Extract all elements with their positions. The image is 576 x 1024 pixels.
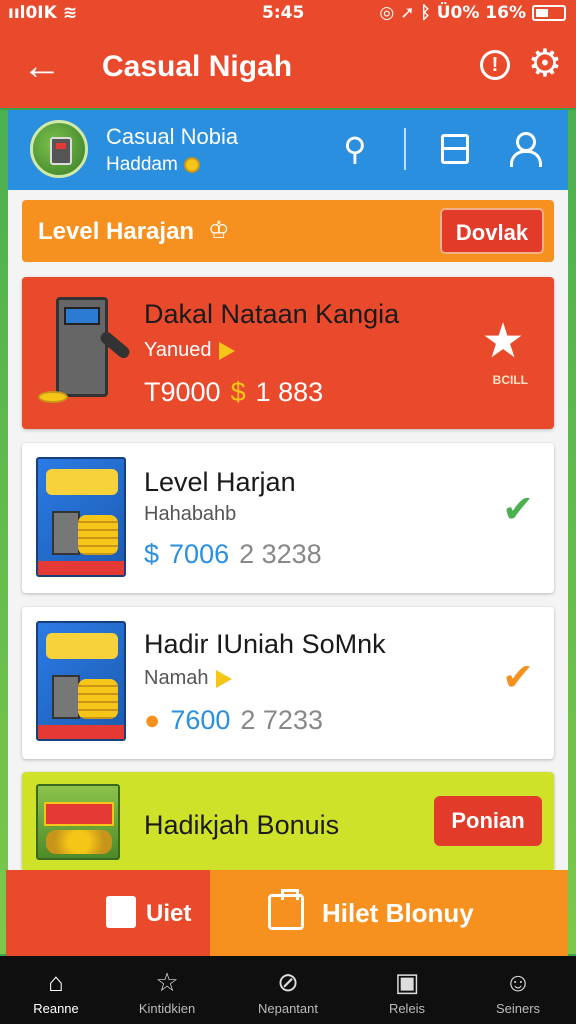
user-icon: ☺: [504, 967, 532, 997]
dollar-icon: $: [230, 377, 246, 407]
secondary-action-label: Hilet Blonuy: [322, 898, 474, 928]
card-title: Dakal Nataan Kangia: [144, 299, 400, 329]
nav-label: Reanne: [33, 1001, 79, 1016]
bonus-image: [36, 784, 120, 860]
info-icon[interactable]: !: [480, 50, 510, 80]
product-box-image: [36, 457, 126, 577]
coin-icon: [183, 157, 200, 173]
search-icon[interactable]: ⚲: [334, 128, 376, 170]
box-icon: ▣: [394, 967, 420, 997]
card-subtitle: Hahabahb: [144, 503, 237, 525]
card-value-b: 2 7233: [240, 705, 323, 735]
nav-item-user[interactable]: ☺ Seiners: [468, 956, 568, 1024]
card-value-a: 7600: [170, 705, 231, 735]
battery-icon: [532, 5, 566, 21]
bonus-button[interactable]: Ponian: [434, 796, 542, 846]
bag-icon[interactable]: [434, 128, 476, 170]
home-icon: ⌂: [48, 967, 64, 997]
nav-label: Kintidkien: [138, 1001, 196, 1016]
primary-action-button[interactable]: Uiet: [6, 870, 210, 956]
card-subtitle-row: Hahabahb: [144, 503, 236, 526]
checkmark-icon[interactable]: ✔: [502, 487, 534, 532]
profile-subtitle: Haddam: [106, 154, 178, 175]
card-title: Hadir IUniah SoMnk: [144, 629, 386, 659]
ticket-icon: [106, 896, 136, 928]
status-bar: ııl0IK ≋ 5:45 ◎ ➚ ᛒ Ü0% 16%: [0, 0, 576, 28]
nav-label: Nepantant: [258, 1001, 318, 1016]
coin-machine-image: [36, 291, 132, 415]
nav-item-check[interactable]: ⊘ Nepantant: [238, 956, 338, 1024]
offer-card[interactable]: Hadir IUniah SoMnk Namah ● 7600 2 7233 ✔: [22, 607, 554, 759]
card-title: Level Harjan: [144, 467, 296, 497]
tag-icon: [219, 341, 236, 360]
star-icon[interactable]: ★: [478, 317, 528, 367]
person-icon: ●: [144, 705, 161, 735]
primary-action-label: Uiet: [146, 900, 192, 927]
card-value-b: 2 3238: [239, 539, 322, 569]
nav-label: Seiners: [495, 1001, 541, 1016]
bonus-card[interactable]: Hadikjah Bonuis Ponian: [22, 772, 554, 872]
wifi-icon: ≋: [62, 3, 78, 23]
bottom-nav: ⌂ Reanne ☆ Kintidkien ⊘ Nepantant ▣ Rele…: [0, 956, 576, 1024]
level-banner: Level Harajan ♔ Dovlak: [22, 200, 554, 262]
profile-name: Casual Nobia: [106, 124, 239, 149]
user-icon[interactable]: [502, 128, 544, 170]
level-action-button[interactable]: Dovlak: [440, 208, 544, 254]
divider: [404, 128, 406, 170]
nav-item-favorites[interactable]: ☆ Kintidkien: [117, 956, 217, 1024]
bluetooth-icon: ᛒ: [420, 3, 431, 23]
app-bar: ← Casual Nigah ! ⚙: [0, 28, 576, 108]
card-title: Hadikjah Bonuis: [144, 810, 340, 840]
gift-box-icon: [268, 889, 304, 930]
tag-icon: [216, 669, 233, 688]
card-value-a: 7006: [169, 539, 230, 569]
status-icons: ◎ ➚ ᛒ Ü0% 16%: [379, 3, 566, 23]
level-label: Level Harajan: [38, 218, 195, 245]
arrow-left-icon[interactable]: ←: [22, 46, 66, 90]
clock: 5:45: [262, 3, 305, 23]
gear-icon[interactable]: ⚙: [528, 44, 562, 84]
crown-icon: ♔: [208, 217, 230, 244]
slot-machine-icon: [50, 137, 72, 165]
card-subtitle: Yanued: [144, 339, 212, 361]
app-title: Casual Nigah: [102, 50, 293, 83]
action-strip: Uiet Hilet Blonuy: [0, 870, 576, 956]
card-value-b: 1 883: [255, 377, 324, 407]
card-subtitle-row: Yanued: [144, 339, 236, 362]
battery-text: Ü0% 16%: [436, 3, 526, 23]
card-values: ● 7600 2 7233: [144, 705, 323, 736]
location-icon: ➚: [400, 3, 415, 23]
profile-subtitle-row: Haddam: [106, 154, 200, 176]
offer-card[interactable]: Dakal Nataan Kangia Yanued T9000 $ 1 883…: [22, 277, 554, 429]
nav-item-home[interactable]: ⌂ Reanne: [6, 956, 106, 1024]
alarm-icon: ◎: [379, 3, 395, 23]
carrier-text: ııl0IK: [8, 3, 57, 23]
star-caption: BCILL: [492, 373, 528, 387]
card-values: T9000 $ 1 883: [144, 377, 323, 408]
nav-label: Releis: [388, 1001, 426, 1016]
card-subtitle-row: Namah: [144, 667, 233, 690]
secondary-action-button[interactable]: Hilet Blonuy: [210, 870, 568, 956]
offer-card[interactable]: Level Harjan Hahabahb $ 7006 2 3238 ✔: [22, 443, 554, 593]
check-circle-icon: ⊘: [277, 967, 299, 997]
card-value-a: T9000: [144, 377, 221, 407]
dollar-icon: $: [144, 539, 160, 569]
nav-item-box[interactable]: ▣ Releis: [357, 956, 457, 1024]
star-icon: ☆: [155, 967, 179, 997]
product-box-image: [36, 621, 126, 741]
card-values: $ 7006 2 3238: [144, 539, 322, 570]
signal-group: ııl0IK ≋: [8, 3, 77, 23]
card-subtitle: Namah: [144, 667, 209, 689]
checkmark-icon[interactable]: ✔: [502, 655, 534, 700]
avatar[interactable]: [30, 120, 88, 178]
profile-bar: Casual Nobia Haddam ⚲: [8, 110, 568, 190]
